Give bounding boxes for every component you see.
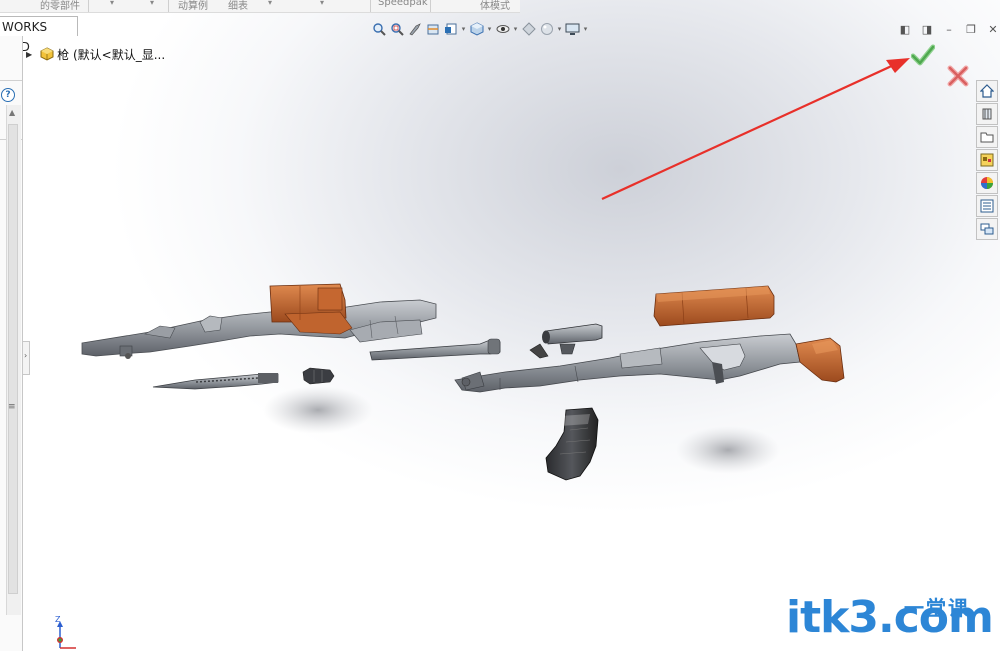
receiver-assembly[interactable] bbox=[454, 333, 801, 393]
receiver-top-cover[interactable] bbox=[653, 285, 775, 327]
watermark-cn: 一堂课 bbox=[904, 596, 970, 620]
triad-z-label: Z bbox=[55, 615, 61, 624]
piston-cylinder[interactable] bbox=[529, 323, 603, 359]
gas-tube[interactable] bbox=[369, 338, 501, 361]
site-watermark: itk3.com 一堂课 bbox=[786, 596, 994, 640]
model-shadow bbox=[263, 386, 373, 434]
upper-barrel-assembly[interactable] bbox=[81, 299, 437, 359]
gas-block-part[interactable] bbox=[302, 367, 335, 385]
magazine[interactable] bbox=[545, 407, 599, 481]
graphics-area[interactable]: 的零部件 ▾ ▾ 动算例 细表 ▾ ▾ Speedpak 体模式 WORKS M… bbox=[0, 0, 1000, 651]
exploded-rifle-model[interactable] bbox=[0, 0, 1000, 651]
annotation-arrow bbox=[601, 58, 910, 200]
model-shadow bbox=[676, 426, 780, 474]
reference-triad: Z bbox=[55, 615, 76, 649]
buttstock[interactable] bbox=[795, 337, 845, 383]
bayonet[interactable] bbox=[152, 373, 279, 390]
